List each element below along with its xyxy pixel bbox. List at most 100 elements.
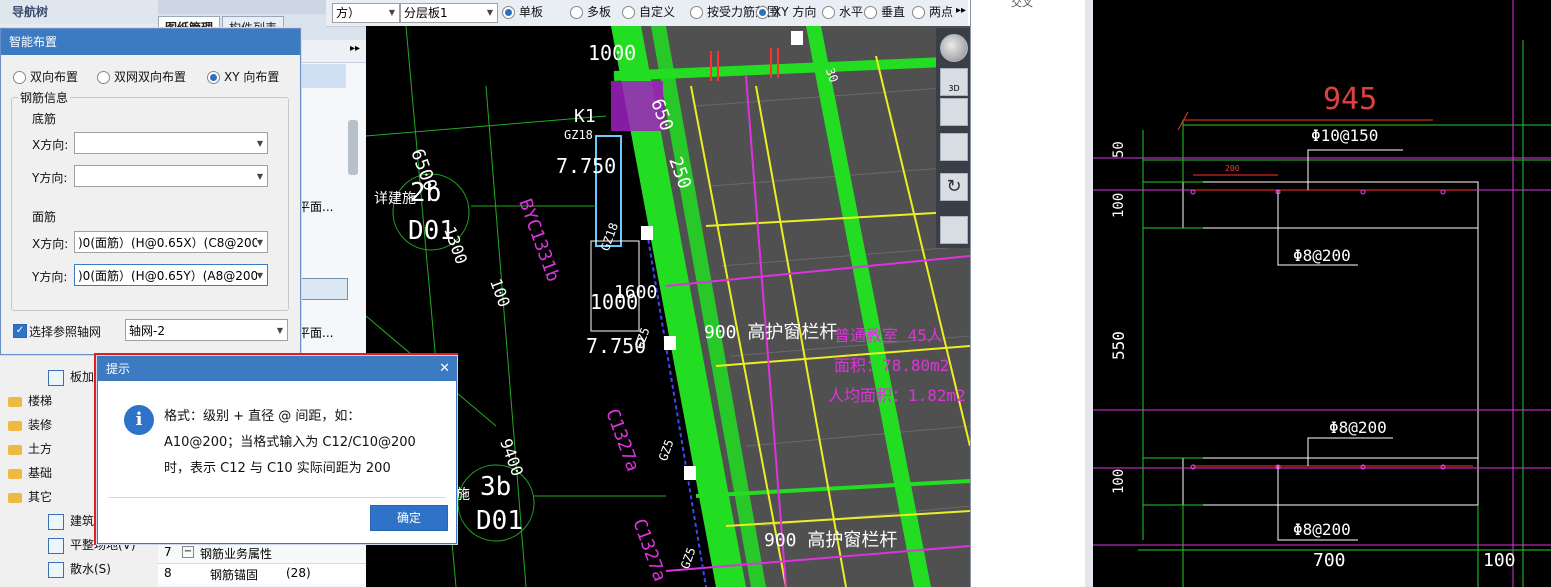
radio-icon[interactable] [13, 71, 26, 84]
view-3d-icon[interactable]: 3D [940, 68, 968, 96]
ref-grid-combo[interactable]: 轴网-2 ▼ [125, 319, 288, 341]
nav-item-2[interactable]: 装修 [8, 414, 52, 436]
radio-icon[interactable] [207, 71, 220, 84]
folder-icon [8, 420, 22, 431]
close-icon[interactable]: ✕ [439, 357, 450, 381]
radio-icon[interactable] [822, 6, 835, 19]
prop-row-num: 8 [164, 566, 172, 580]
right-panel-scrollbar[interactable] [1085, 0, 1093, 587]
cad-label-axis1-bot: D01 [408, 216, 455, 246]
toolbar-option-2[interactable]: 自定义 [622, 2, 675, 22]
direction-combo[interactable]: 方） ▼ [332, 3, 400, 23]
expand-right-icon[interactable]: ▸▸ [350, 43, 360, 54]
nav-item-label: 楼梯 [28, 394, 53, 408]
nav-item-5[interactable]: 其它 [8, 486, 52, 508]
collapse-toggle-icon[interactable]: − [182, 546, 194, 558]
nav-item-label: 板加 [70, 370, 95, 384]
tip-dialog-title-bar: 提示 ✕ [98, 357, 456, 381]
layout-option-1[interactable]: 双网双向布置 [97, 68, 186, 85]
middle-row-2[interactable]: 平面... [298, 324, 333, 341]
radio-icon[interactable] [912, 6, 925, 19]
filter-icon [48, 369, 64, 386]
middle-scrollbar[interactable] [348, 120, 358, 175]
layout-option-2[interactable]: XY 向布置 [207, 68, 279, 85]
section-viewport[interactable]: 945 Φ10@150 Φ8@200 Φ8@200 Φ8@200 200 50 100 550 1… [1093, 0, 1551, 587]
right-blank-panel: 交叉 [971, 0, 1093, 587]
ref-grid-checkbox[interactable]: ✓ [13, 324, 27, 338]
section-label-dim945: 945 [1323, 82, 1378, 117]
nav-item-label: 散水(S) [70, 562, 111, 576]
bottom-rebar-label: 底筋 [32, 112, 57, 126]
layer-combo[interactable]: 分层板1 ▼ [400, 3, 498, 23]
folder-open-icon [8, 492, 22, 503]
top-y-combo[interactable]: )0(面筋）(H@0.65Y）(A8@200) ▼ [74, 264, 268, 286]
section-label-h100a: 100 [1111, 192, 1127, 218]
section-drawing [1093, 0, 1551, 587]
radio-icon[interactable] [502, 6, 515, 19]
radio-icon[interactable] [97, 71, 110, 84]
cad-label-b1: 1000 [588, 41, 637, 65]
ok-button[interactable]: 确定 [370, 505, 448, 531]
section-label-h550: 550 [1109, 331, 1128, 360]
orbit-icon[interactable] [940, 34, 968, 62]
toolbar-option-5[interactable]: 水平 [822, 2, 863, 22]
nav-item-3[interactable]: 土方 [8, 438, 52, 460]
bottom-y-combo[interactable]: ▼ [74, 165, 268, 187]
top-y-value: )0(面筋）(H@0.65Y）(A8@200) [78, 269, 263, 283]
nav-item-1[interactable]: 楼梯 [8, 390, 52, 412]
rotate-icon[interactable]: ↻ [940, 173, 968, 201]
nav-item-4[interactable]: 基础 [8, 462, 52, 484]
grid-view-icon[interactable] [940, 216, 968, 244]
tip-dialog-title: 提示 [106, 362, 131, 376]
nav-item-label: 其它 [28, 490, 53, 504]
folder-icon [8, 396, 22, 407]
chevron-down-icon: ▼ [256, 172, 263, 181]
toolbar-option-0[interactable]: 单板 [502, 2, 543, 22]
layer-combo-value: 分层板1 [404, 6, 448, 20]
tip-line-3: 时，表示 C12 与 C10 实际间距为 200 [164, 461, 391, 476]
view-cube-icon[interactable] [940, 98, 968, 126]
square-icon [48, 561, 64, 578]
ref-grid-label[interactable]: 选择参照轴网 [29, 323, 101, 340]
radio-icon[interactable] [570, 6, 583, 19]
bottom-y-label: Y方向: [32, 171, 68, 185]
view-box-icon[interactable] [940, 133, 968, 161]
top-y-label: Y方向: [32, 270, 68, 284]
layout-option-0[interactable]: 双向布置 [13, 68, 78, 85]
chevron-down-icon: ▼ [276, 326, 283, 335]
nav-item-8[interactable]: 散水(S) [48, 558, 111, 580]
toolbar-option-4[interactable]: XY 方向 [756, 2, 816, 22]
prop-row-name: 钢筋锚固 [210, 568, 259, 582]
radio-icon[interactable] [690, 6, 703, 19]
toolbar-option-label: 自定义 [639, 5, 676, 19]
cad-label-axis2-bot: D01 [476, 506, 523, 536]
nav-tree-title: 导航树 [0, 0, 158, 24]
bottom-x-label: X方向: [32, 138, 69, 152]
nav-item-0[interactable]: 板加 [48, 366, 94, 388]
chevron-down-icon: ▼ [256, 265, 263, 285]
middle-row-1[interactable]: 平面... [298, 198, 333, 215]
chevron-down-icon: ▼ [486, 8, 493, 17]
chevron-down-icon: ▼ [388, 8, 395, 17]
toolbar-option-7[interactable]: 两点 [912, 2, 953, 22]
radio-icon[interactable] [756, 6, 769, 19]
chevron-down-icon: ▼ [256, 232, 263, 252]
radio-icon[interactable] [864, 6, 877, 19]
cad-label-lvl1: 7.750 [556, 154, 617, 178]
layout-option-label: 双网双向布置 [114, 70, 187, 84]
toolbar-option-6[interactable]: 垂直 [864, 2, 905, 22]
prop-row-value[interactable]: (28) [286, 566, 311, 580]
radio-icon[interactable] [622, 6, 635, 19]
toolbar-option-1[interactable]: 多板 [570, 2, 611, 22]
nav-item-6[interactable]: 建筑 [48, 510, 94, 532]
cad-label-gz18a: GZ18 [564, 128, 593, 142]
top-x-combo[interactable]: )0(面筋）(H@0.65X）(C8@200) ▼ [74, 231, 268, 253]
toolbar-option-label: 水平 [839, 5, 864, 19]
smart-layout-dialog: 智能布置 双向布置 双网双向布置 XY 向布置 钢筋信息 底筋 X方向: ▼ Y方向… [0, 28, 301, 355]
right-panel-row-label: 交叉 [1011, 0, 1033, 9]
toolbar-more-icon[interactable]: ▸▸ [956, 5, 966, 16]
bottom-x-combo[interactable]: ▼ [74, 132, 268, 154]
view-toolbar: 3D ↻ [936, 28, 970, 248]
section-label-w100: 100 [1483, 550, 1516, 571]
cad-label-note2: 施 [456, 487, 470, 503]
